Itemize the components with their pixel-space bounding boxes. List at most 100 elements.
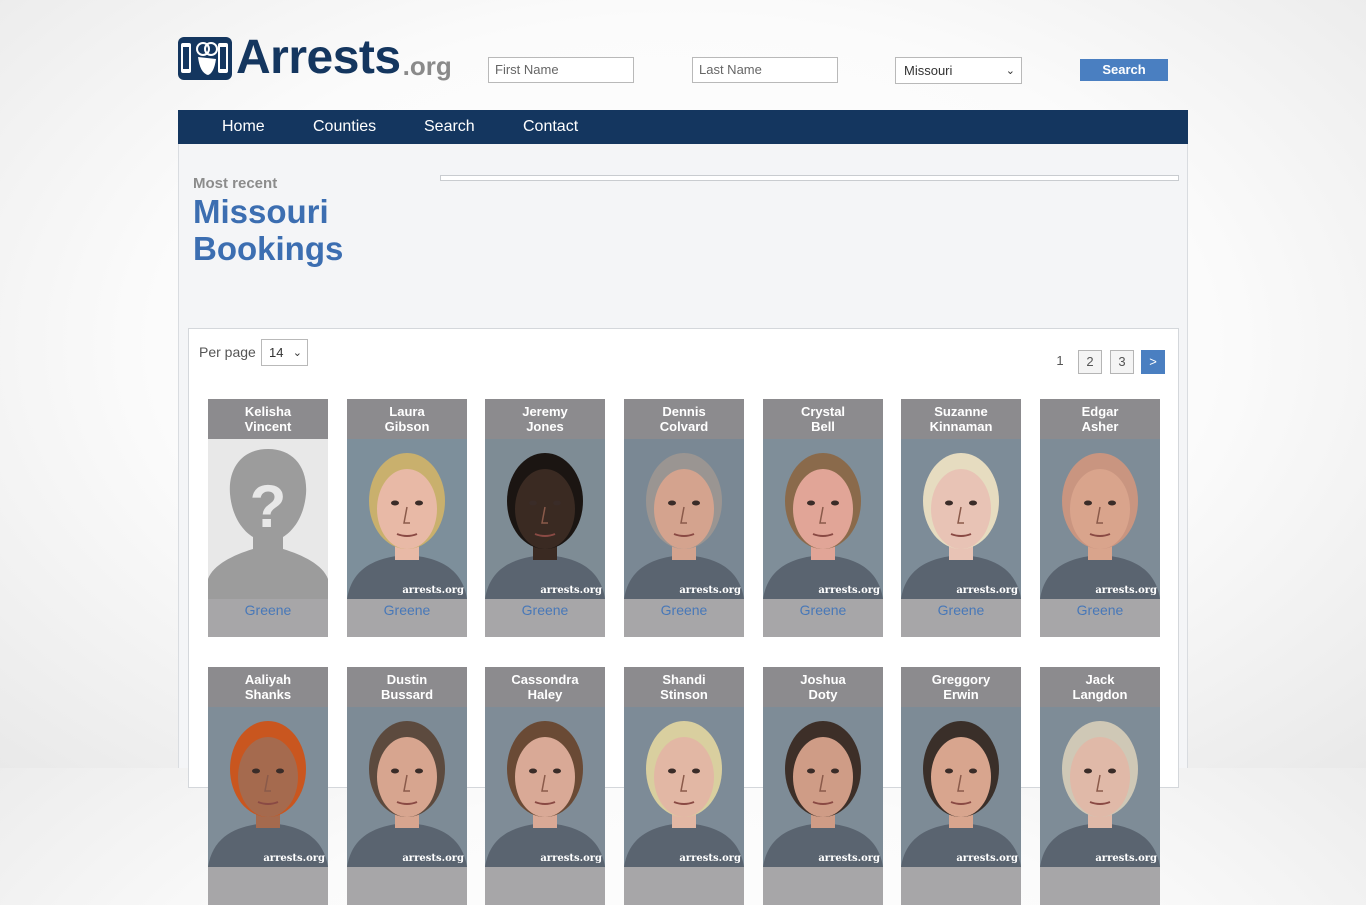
booking-name[interactable]: Edgar Asher <box>1040 399 1160 439</box>
booking-name-last: Langdon <box>1072 687 1128 702</box>
booking-card[interactable]: Greggory Erwin arrests.org <box>901 667 1021 905</box>
state-select[interactable]: Missouri ⌄ <box>895 57 1022 84</box>
mugshot-photo[interactable]: arrests.org <box>901 439 1021 599</box>
search-button[interactable]: Search <box>1080 59 1168 81</box>
page-next-button[interactable]: > <box>1141 350 1165 374</box>
mugshot-photo[interactable]: arrests.org <box>485 439 605 599</box>
per-page-select[interactable]: 14 ⌄ <box>261 339 308 366</box>
mugshot-photo[interactable]: arrests.org <box>485 707 605 867</box>
mugshot-photo[interactable]: arrests.org <box>763 439 883 599</box>
no-photo-placeholder[interactable]: ? <box>208 439 328 599</box>
nav-contact[interactable]: Contact <box>523 110 578 144</box>
nav-home[interactable]: Home <box>222 110 265 144</box>
mugshot-photo[interactable]: arrests.org <box>901 707 1021 867</box>
person-photo-icon <box>485 453 605 599</box>
watermark: arrests.org <box>956 853 1018 864</box>
booking-name-first: Joshua <box>800 672 846 687</box>
booking-card[interactable]: Cassondra Haley arrests.org <box>485 667 605 905</box>
booking-name-last: Jones <box>526 419 564 434</box>
chevron-down-icon: ⌄ <box>1005 65 1015 77</box>
county-link[interactable]: Greene <box>208 602 328 618</box>
mugshot-photo[interactable]: arrests.org <box>763 707 883 867</box>
booking-card[interactable]: Jeremy Jones arrests.org Greene <box>485 399 605 637</box>
booking-name[interactable]: Jeremy Jones <box>485 399 605 439</box>
booking-name[interactable]: Crystal Bell <box>763 399 883 439</box>
booking-card[interactable]: Dennis Colvard arrests.org Greene <box>624 399 744 637</box>
booking-name[interactable]: Laura Gibson <box>347 399 467 439</box>
booking-card[interactable]: Edgar Asher arrests.org Greene <box>1040 399 1160 637</box>
county-link[interactable]: Greene <box>901 602 1021 618</box>
booking-name[interactable]: Shandi Stinson <box>624 667 744 707</box>
bookings-panel: Per page 14 ⌄ 1 2 3 > Kelisha Vincent? Gre… <box>188 328 1179 905</box>
page-title: Missouri Bookings <box>193 193 413 267</box>
ad-banner <box>440 175 1179 181</box>
booking-name-last: Erwin <box>943 687 979 702</box>
watermark: arrests.org <box>263 853 325 864</box>
person-photo-icon <box>485 721 605 867</box>
page-link-3[interactable]: 3 <box>1110 350 1134 374</box>
booking-name-first: Jack <box>1085 672 1115 687</box>
booking-name[interactable]: Kelisha Vincent <box>208 399 328 439</box>
page-title-line1: Missouri <box>193 193 329 230</box>
watermark: arrests.org <box>956 585 1018 596</box>
booking-card[interactable]: Laura Gibson arrests.org Greene <box>347 399 467 637</box>
booking-card[interactable]: Joshua Doty arrests.org <box>763 667 883 905</box>
booking-name-first: Crystal <box>800 404 846 419</box>
county-link[interactable]: Greene <box>347 602 467 618</box>
booking-name-first: Dennis <box>662 404 706 419</box>
booking-name-first: Shandi <box>662 672 706 687</box>
nav-search[interactable]: Search <box>424 110 475 144</box>
booking-card[interactable]: Jack Langdon arrests.org <box>1040 667 1160 905</box>
county-link[interactable]: Greene <box>1040 602 1160 618</box>
per-page-value: 14 <box>269 345 284 360</box>
booking-name-first: Greggory <box>931 672 991 687</box>
site-logo[interactable]: Arrests .org <box>178 31 452 84</box>
booking-name[interactable]: Dustin Bussard <box>347 667 467 707</box>
booking-name[interactable]: Suzanne Kinnaman <box>901 399 1021 439</box>
eyebrow-text: Most recent <box>193 175 278 192</box>
county-link[interactable]: Greene <box>624 602 744 618</box>
person-photo-icon <box>763 721 883 867</box>
booking-name-last: Colvard <box>659 419 709 434</box>
last-name-input[interactable]: Last Name <box>692 57 838 83</box>
person-photo-icon <box>624 721 744 867</box>
booking-card[interactable]: Aaliyah Shanks arrests.org <box>208 667 328 905</box>
person-photo-icon <box>347 453 467 599</box>
booking-name[interactable]: Cassondra Haley <box>485 667 605 707</box>
person-photo-icon <box>901 721 1021 867</box>
county-link[interactable]: Greene <box>763 602 883 618</box>
mugshot-photo[interactable]: arrests.org <box>347 707 467 867</box>
booking-name-first: Kelisha <box>244 404 292 419</box>
mugshot-photo[interactable]: arrests.org <box>208 707 328 867</box>
page-wrapper: Arrests .org First Name Last Name Missou… <box>178 0 1188 905</box>
booking-card[interactable]: Shandi Stinson arrests.org <box>624 667 744 905</box>
booking-card[interactable]: Kelisha Vincent? Greene <box>208 399 328 637</box>
county-link[interactable]: Greene <box>485 602 605 618</box>
booking-name[interactable]: Aaliyah Shanks <box>208 667 328 707</box>
mugshot-photo[interactable]: arrests.org <box>1040 439 1160 599</box>
person-photo-icon <box>763 453 883 599</box>
nav-counties[interactable]: Counties <box>313 110 376 144</box>
person-photo-icon <box>1040 721 1160 867</box>
person-photo-icon <box>1040 453 1160 599</box>
watermark: arrests.org <box>818 853 880 864</box>
mugshot-photo[interactable]: arrests.org <box>1040 707 1160 867</box>
mugshot-photo[interactable]: arrests.org <box>347 439 467 599</box>
booking-name-first: Suzanne <box>934 404 988 419</box>
booking-card[interactable]: Crystal Bell arrests.org Greene <box>763 399 883 637</box>
booking-name[interactable]: Dennis Colvard <box>624 399 744 439</box>
booking-name-last: Stinson <box>660 687 708 702</box>
booking-name-first: Laura <box>389 404 425 419</box>
booking-card[interactable]: Suzanne Kinnaman arrests.org Greene <box>901 399 1021 637</box>
person-photo-icon <box>624 453 744 599</box>
first-name-input[interactable]: First Name <box>488 57 634 83</box>
logo-wordmark: Arrests <box>236 31 401 84</box>
page-link-2[interactable]: 2 <box>1078 350 1102 374</box>
booking-name[interactable]: Jack Langdon <box>1040 667 1160 707</box>
booking-name[interactable]: Joshua Doty <box>763 667 883 707</box>
mugshot-photo[interactable]: arrests.org <box>624 439 744 599</box>
booking-name-first: Dustin <box>386 672 428 687</box>
booking-card[interactable]: Dustin Bussard arrests.org <box>347 667 467 905</box>
mugshot-photo[interactable]: arrests.org <box>624 707 744 867</box>
booking-name[interactable]: Greggory Erwin <box>901 667 1021 707</box>
